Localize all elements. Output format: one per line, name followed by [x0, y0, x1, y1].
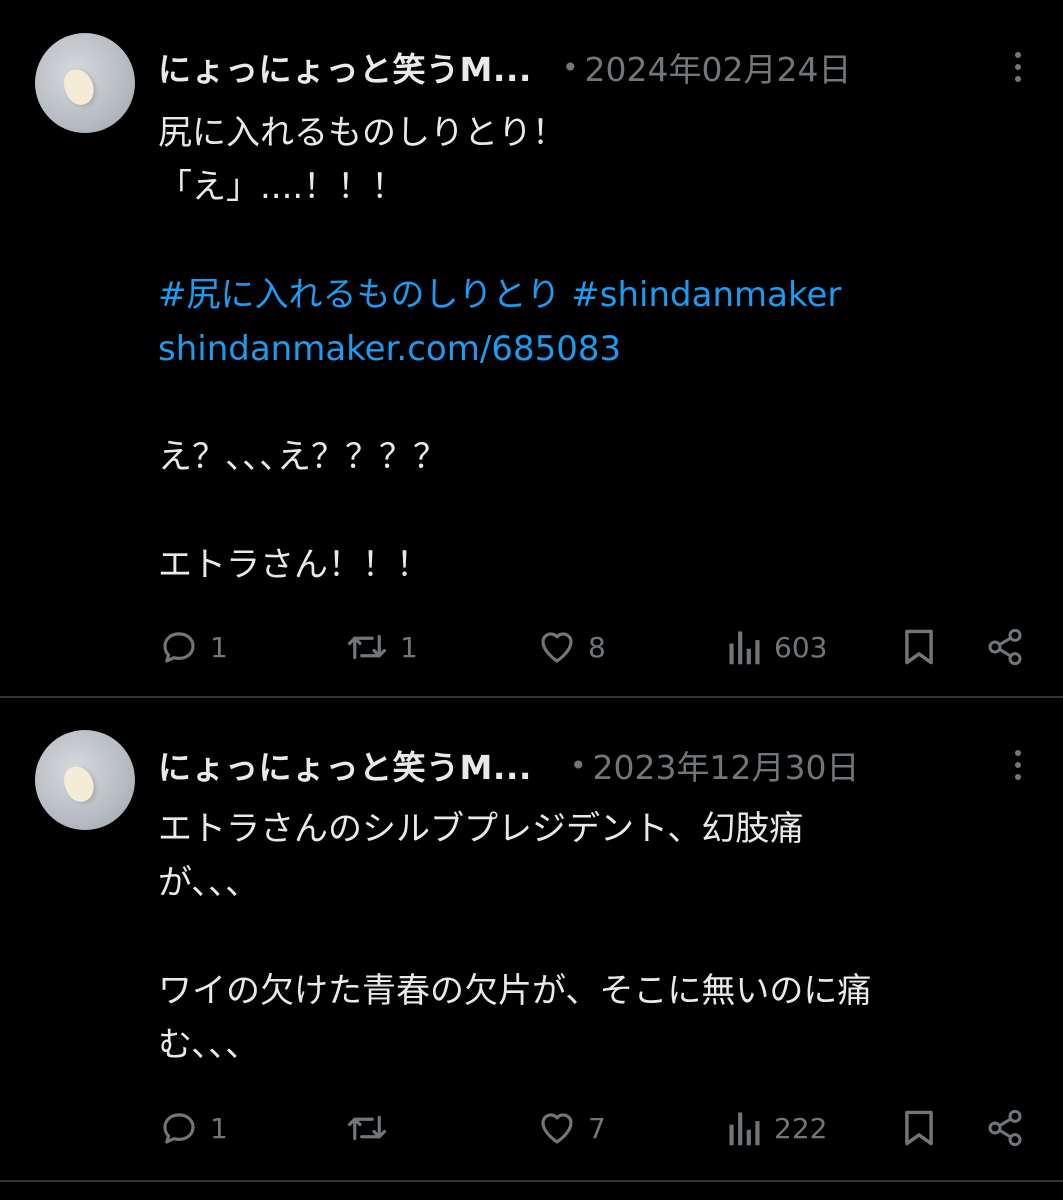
- action-bar: 1 7 222: [158, 1103, 1027, 1153]
- post-blank-line: [158, 484, 1033, 538]
- url-link[interactable]: shindanmaker.com/685083: [158, 322, 1033, 376]
- share-icon: [988, 1109, 1022, 1147]
- reply-count: 1: [210, 1111, 228, 1145]
- post-divider: [0, 1180, 1063, 1182]
- avatar[interactable]: [35, 730, 135, 830]
- repost-arrows-icon: [347, 1115, 387, 1141]
- avatar[interactable]: [35, 33, 135, 133]
- post-text-line: む､､､: [158, 1025, 243, 1065]
- heart-icon: [541, 1113, 573, 1144]
- views-count: 603: [774, 630, 828, 664]
- post-text-line: 「え」....！！！: [158, 167, 406, 207]
- repost-button[interactable]: [344, 1103, 400, 1153]
- author-name[interactable]: にょっにょっと笑うM...: [158, 43, 532, 91]
- post-blank-line: [158, 376, 1033, 430]
- reply-button[interactable]: 1: [158, 622, 228, 672]
- post-blank-line: [158, 214, 1033, 268]
- share-icon: [988, 628, 1022, 666]
- like-button[interactable]: 8: [536, 622, 606, 672]
- bookmark-button[interactable]: [900, 1103, 938, 1153]
- like-count: 8: [588, 630, 606, 664]
- post[interactable]: にょっにょっと笑うM... • 2024年02月24日 尻に入れるものしりとり！…: [0, 0, 1063, 697]
- post-text-line: ワイの欠けた青春の欠片が、そこに無いのに痛: [158, 971, 872, 1011]
- post-body: エトラさんのシルブプレジデント、幻肢痛 が､､､ ワイの欠けた青春の欠片が、そこ…: [158, 802, 1033, 1072]
- reply-count: 1: [210, 630, 228, 664]
- post-date[interactable]: 2024年02月24日: [584, 43, 851, 91]
- like-button[interactable]: 7: [536, 1103, 606, 1153]
- post-text-line: え？､､､え？？？？: [158, 437, 447, 477]
- speech-bubble-icon: [163, 632, 195, 663]
- post-date[interactable]: 2023年12月30日: [592, 741, 859, 789]
- post-text-line: が､､､: [158, 863, 243, 903]
- post[interactable]: にょっにょっと笑うM... • 2023年12月30日 エトラさんのシルブプレジ…: [0, 698, 1063, 1180]
- post-text-line: 尻に入れるものしりとり！: [158, 113, 566, 153]
- views-count: 222: [774, 1111, 828, 1145]
- speech-bubble-icon: [163, 1113, 195, 1144]
- bar-chart-icon: [729, 631, 760, 665]
- bookmark-icon: [905, 1110, 933, 1146]
- like-count: 7: [588, 1111, 606, 1145]
- post-header: にょっにょっと笑うM... • 2024年02月24日: [158, 45, 1033, 89]
- bookmark-button[interactable]: [900, 622, 938, 672]
- post-text-line: エトラさんのシルブプレジデント、幻肢痛: [158, 809, 804, 849]
- share-button[interactable]: [985, 622, 1025, 672]
- share-button[interactable]: [985, 1103, 1025, 1153]
- post-blank-line: [158, 910, 1033, 964]
- views-button[interactable]: 603: [726, 622, 827, 672]
- hashtag-link[interactable]: #尻に入れるものしりとり #shindanmaker: [158, 268, 1033, 322]
- heart-icon: [541, 632, 573, 663]
- repost-arrows-icon: [347, 634, 387, 660]
- action-bar: 1 1 8 603: [158, 622, 1027, 672]
- bar-chart-icon: [729, 1112, 760, 1146]
- post-text-line: エトラさん！！！: [158, 545, 430, 585]
- post-body: 尻に入れるものしりとり！ 「え」....！！！ #尻に入れるものしりとり #sh…: [158, 106, 1033, 592]
- more-dots-icon[interactable]: [1003, 47, 1033, 87]
- bookmark-icon: [905, 629, 933, 665]
- more-dots-icon[interactable]: [1003, 745, 1033, 785]
- separator-dot: •: [561, 50, 579, 84]
- views-button[interactable]: 222: [726, 1103, 827, 1153]
- separator-dot: •: [569, 748, 587, 782]
- author-name[interactable]: にょっにょっと笑うM...: [158, 741, 532, 789]
- repost-count: 1: [400, 630, 418, 664]
- post-header: にょっにょっと笑うM... • 2023年12月30日: [158, 743, 1033, 787]
- repost-button[interactable]: 1: [344, 622, 418, 672]
- reply-button[interactable]: 1: [158, 1103, 228, 1153]
